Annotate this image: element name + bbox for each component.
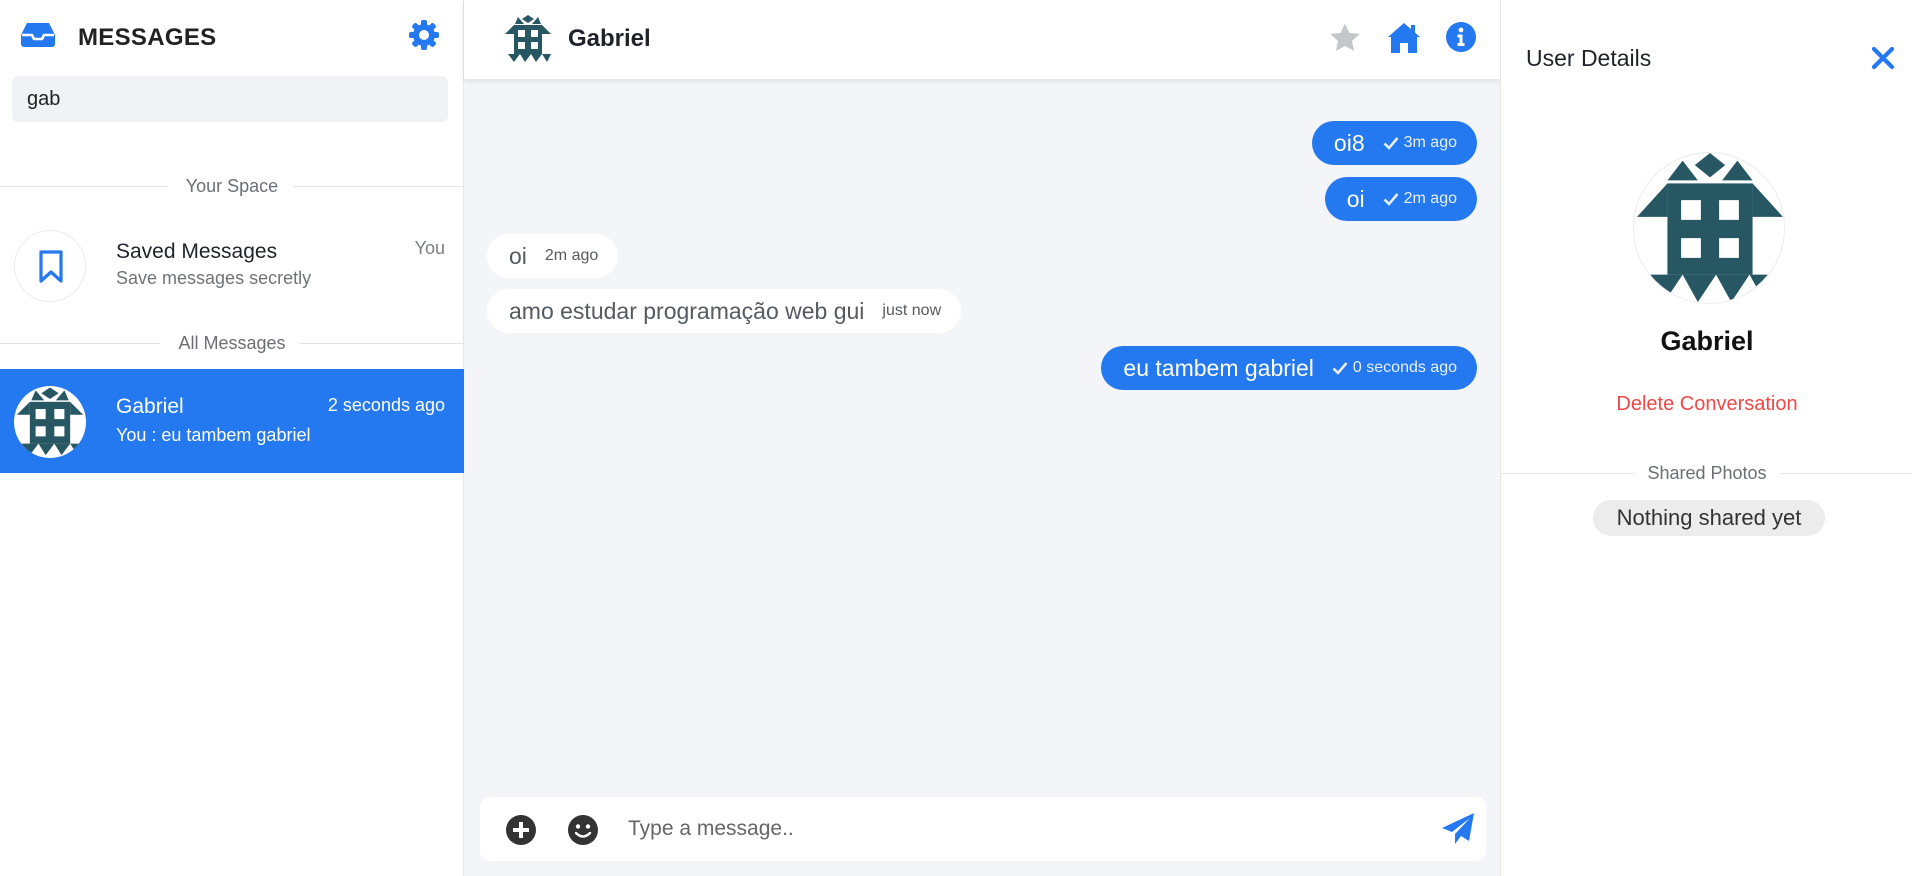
all-messages-label: All Messages: [164, 333, 300, 353]
sidebar-header: MESSAGES: [0, 0, 464, 72]
contact-name: Gabriel: [568, 25, 651, 52]
all-messages-divider: All Messages: [0, 333, 464, 353]
user-details-panel: User Details Gabriel Delete Conversation…: [1500, 0, 1912, 876]
your-space-label: Your Space: [171, 176, 293, 196]
message-input[interactable]: [628, 807, 1408, 851]
message-time: 3m ago: [1403, 134, 1457, 151]
message-bubble-incoming: oi 2m ago: [487, 234, 619, 278]
chat-header: Gabriel: [464, 0, 1500, 79]
message-text: oi: [1346, 185, 1365, 212]
check-icon: [1383, 193, 1399, 206]
smile-icon[interactable]: [567, 814, 599, 846]
message-bubble-incoming: amo estudar programação web gui just now: [487, 289, 962, 333]
conversation-preview: You : eu tambem gabriel: [116, 425, 311, 445]
message-time: 2m ago: [1403, 190, 1457, 207]
check-icon: [1332, 362, 1348, 375]
shared-empty-badge: Nothing shared yet: [1593, 500, 1825, 536]
message-time: just now: [882, 302, 942, 319]
star-icon[interactable]: [1328, 21, 1362, 55]
conversations-sidebar: MESSAGES Your Space Saved Messages Save …: [0, 0, 464, 876]
search-input[interactable]: [12, 76, 448, 122]
avatar: [14, 386, 86, 458]
message-bubble-outgoing: oi8 3m ago: [1311, 121, 1477, 165]
user-name: Gabriel: [1660, 326, 1754, 356]
conversation-name: Gabriel: [116, 395, 184, 418]
message-time: 0 seconds ago: [1352, 359, 1457, 376]
app-title: MESSAGES: [78, 24, 217, 51]
gear-icon[interactable]: [408, 19, 440, 51]
saved-messages-avatar: [14, 230, 86, 302]
message-text: oi8: [1333, 129, 1365, 156]
info-icon[interactable]: [1445, 21, 1477, 53]
saved-messages-tag: You: [414, 238, 445, 258]
saved-messages-title: Saved Messages: [116, 240, 278, 263]
user-details-title: User Details: [1526, 45, 1652, 71]
saved-messages-subtitle: Save messages secretly: [116, 268, 312, 288]
close-icon[interactable]: [1870, 45, 1896, 71]
user-avatar: [1633, 152, 1785, 304]
message-composer: [480, 797, 1486, 861]
message-text: oi: [509, 242, 527, 269]
inbox-icon[interactable]: [20, 22, 56, 48]
bookmark-icon: [39, 250, 63, 283]
delete-conversation-button[interactable]: Delete Conversation: [1501, 393, 1912, 416]
shared-photos-divider: Shared Photos: [1501, 463, 1912, 483]
plus-circle-icon[interactable]: [505, 814, 537, 846]
conversation-time: 2 seconds ago: [327, 395, 445, 415]
message-bubble-outgoing: oi 2m ago: [1324, 177, 1477, 221]
conversation-item-gabriel[interactable]: Gabriel You : eu tambem gabriel 2 second…: [0, 369, 464, 473]
send-icon[interactable]: [1440, 811, 1476, 847]
home-icon[interactable]: [1386, 20, 1422, 56]
saved-messages-item[interactable]: Saved Messages Save messages secretly Yo…: [0, 222, 464, 308]
chat-panel: Gabriel oi8 3m ago oi 2m ago oi 2m ago a…: [464, 0, 1500, 876]
message-time: 2m ago: [544, 247, 599, 264]
message-text: eu tambem gabriel: [1123, 354, 1314, 381]
message-bubble-outgoing: eu tambem gabriel 0 seconds ago: [1101, 346, 1477, 390]
message-text: amo estudar programação web gui: [509, 297, 865, 324]
your-space-divider: Your Space: [0, 176, 464, 196]
shared-photos-label: Shared Photos: [1635, 463, 1779, 483]
contact-avatar[interactable]: [503, 14, 553, 64]
check-icon: [1383, 137, 1399, 150]
